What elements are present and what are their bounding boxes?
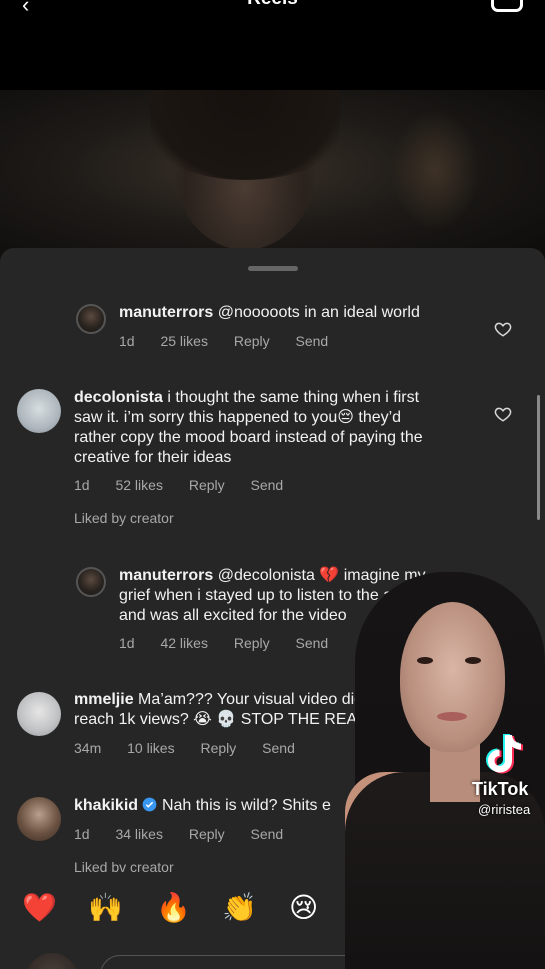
liked-by-creator-label: Liked bv creator bbox=[74, 859, 174, 875]
reply-button[interactable]: Reply bbox=[234, 635, 270, 651]
broken-heart-emoji-icon: 💔 bbox=[319, 567, 340, 584]
clap-reaction-icon[interactable]: 👏 bbox=[222, 888, 257, 928]
comment-likes[interactable]: 42 likes bbox=[160, 635, 207, 651]
verified-badge-icon bbox=[143, 797, 157, 812]
avatar[interactable] bbox=[17, 389, 61, 433]
send-button[interactable]: Send bbox=[296, 635, 329, 651]
comment-username[interactable]: mmeljie bbox=[74, 691, 134, 708]
comment-body: i thought the same thing when i first bbox=[167, 389, 420, 406]
avatar[interactable] bbox=[17, 692, 61, 736]
avatar[interactable] bbox=[76, 304, 106, 334]
reply-button[interactable]: Reply bbox=[200, 740, 236, 756]
reply-button[interactable]: Reply bbox=[189, 826, 225, 842]
creator-eye bbox=[465, 657, 481, 664]
comment-likes[interactable]: 52 likes bbox=[115, 477, 162, 493]
send-button[interactable]: Send bbox=[251, 826, 284, 842]
comment-username[interactable]: khakikid bbox=[74, 797, 138, 814]
comment-body: reach 1k views? bbox=[74, 711, 189, 728]
pensive-emoji-icon: 😔 bbox=[337, 409, 354, 426]
raised-hands-reaction-icon[interactable]: 🙌 bbox=[88, 888, 123, 928]
creator-face bbox=[400, 602, 505, 752]
comment-text: manuterrors @nooooots in an ideal world bbox=[119, 303, 420, 323]
comment-body: @nooooots in an ideal world bbox=[217, 304, 420, 321]
heart-icon[interactable] bbox=[494, 405, 512, 423]
comment-meta: 1d 25 likes Reply Send bbox=[119, 333, 350, 349]
tiktok-handle-label: @riristea bbox=[478, 802, 531, 817]
comment-time: 1d bbox=[119, 333, 135, 349]
comment-time: 1d bbox=[74, 826, 90, 842]
reply-button[interactable]: Reply bbox=[189, 477, 225, 493]
comment-body: Nah this is wild? Shits e bbox=[161, 797, 331, 814]
comment-body: creative for their ideas bbox=[74, 449, 232, 466]
fire-reaction-icon[interactable]: 🔥 bbox=[156, 888, 191, 928]
comment-body: saw it. i’m sorry this happened to you bbox=[74, 409, 338, 426]
send-button[interactable]: Send bbox=[251, 477, 284, 493]
comment-meta: 1d 52 likes Reply Send bbox=[74, 477, 305, 493]
comment-body: they’d bbox=[353, 409, 402, 426]
skull-emoji-icon: 💀 bbox=[216, 711, 237, 728]
avatar[interactable] bbox=[76, 567, 106, 597]
heart-reaction-icon[interactable]: ❤️ bbox=[22, 888, 57, 928]
liked-by-creator-label: Liked by creator bbox=[74, 510, 174, 526]
comment-username[interactable]: manuterrors bbox=[119, 304, 213, 321]
page-title: Reels bbox=[0, 0, 545, 10]
comment-meta: 1d 42 likes Reply Send bbox=[119, 635, 350, 651]
comment-mention[interactable]: @decolonista bbox=[218, 567, 315, 584]
comment-username[interactable]: manuterrors bbox=[119, 567, 213, 584]
comment-likes[interactable]: 25 likes bbox=[160, 333, 207, 349]
sheet-drag-handle[interactable] bbox=[248, 266, 298, 271]
top-bar: ‹ Reels bbox=[0, 0, 545, 90]
comment-text: decolonista i thought the same thing whe… bbox=[74, 388, 494, 468]
comment-time: 34m bbox=[74, 740, 102, 756]
video-person-hair bbox=[150, 90, 340, 180]
crying-emoji-icon: 😭 bbox=[193, 711, 212, 728]
comment-time: 1d bbox=[119, 635, 135, 651]
video-lamp-glow bbox=[390, 110, 480, 230]
avatar[interactable] bbox=[17, 797, 61, 841]
tiktok-logo-icon bbox=[486, 734, 523, 774]
comment-body: rather copy the mood board instead of pa… bbox=[74, 429, 423, 446]
send-button[interactable]: Send bbox=[296, 333, 329, 349]
comment-likes[interactable]: 10 likes bbox=[127, 740, 174, 756]
comment-body: Ma’am??? Your visual video didn bbox=[138, 691, 372, 708]
comment-username[interactable]: decolonista bbox=[74, 389, 163, 406]
heart-icon[interactable] bbox=[494, 320, 512, 338]
creator-eye bbox=[417, 657, 433, 664]
creator-lips bbox=[437, 712, 467, 721]
comment-text: khakikid Nah this is wild? Shits e bbox=[74, 796, 364, 816]
comment-time: 1d bbox=[74, 477, 90, 493]
comment-meta: 1d 34 likes Reply Send bbox=[74, 826, 305, 842]
crying-reaction-icon[interactable]: 😢 bbox=[289, 888, 318, 928]
reel-video-background[interactable] bbox=[0, 90, 545, 265]
camera-icon[interactable] bbox=[491, 0, 523, 12]
send-button[interactable]: Send bbox=[262, 740, 295, 756]
comment-likes[interactable]: 34 likes bbox=[115, 826, 162, 842]
scrollbar[interactable] bbox=[537, 395, 540, 520]
comment-meta: 34m 10 likes Reply Send bbox=[74, 740, 317, 756]
tiktok-brand-label: TikTok bbox=[472, 779, 529, 799]
reply-button[interactable]: Reply bbox=[234, 333, 270, 349]
